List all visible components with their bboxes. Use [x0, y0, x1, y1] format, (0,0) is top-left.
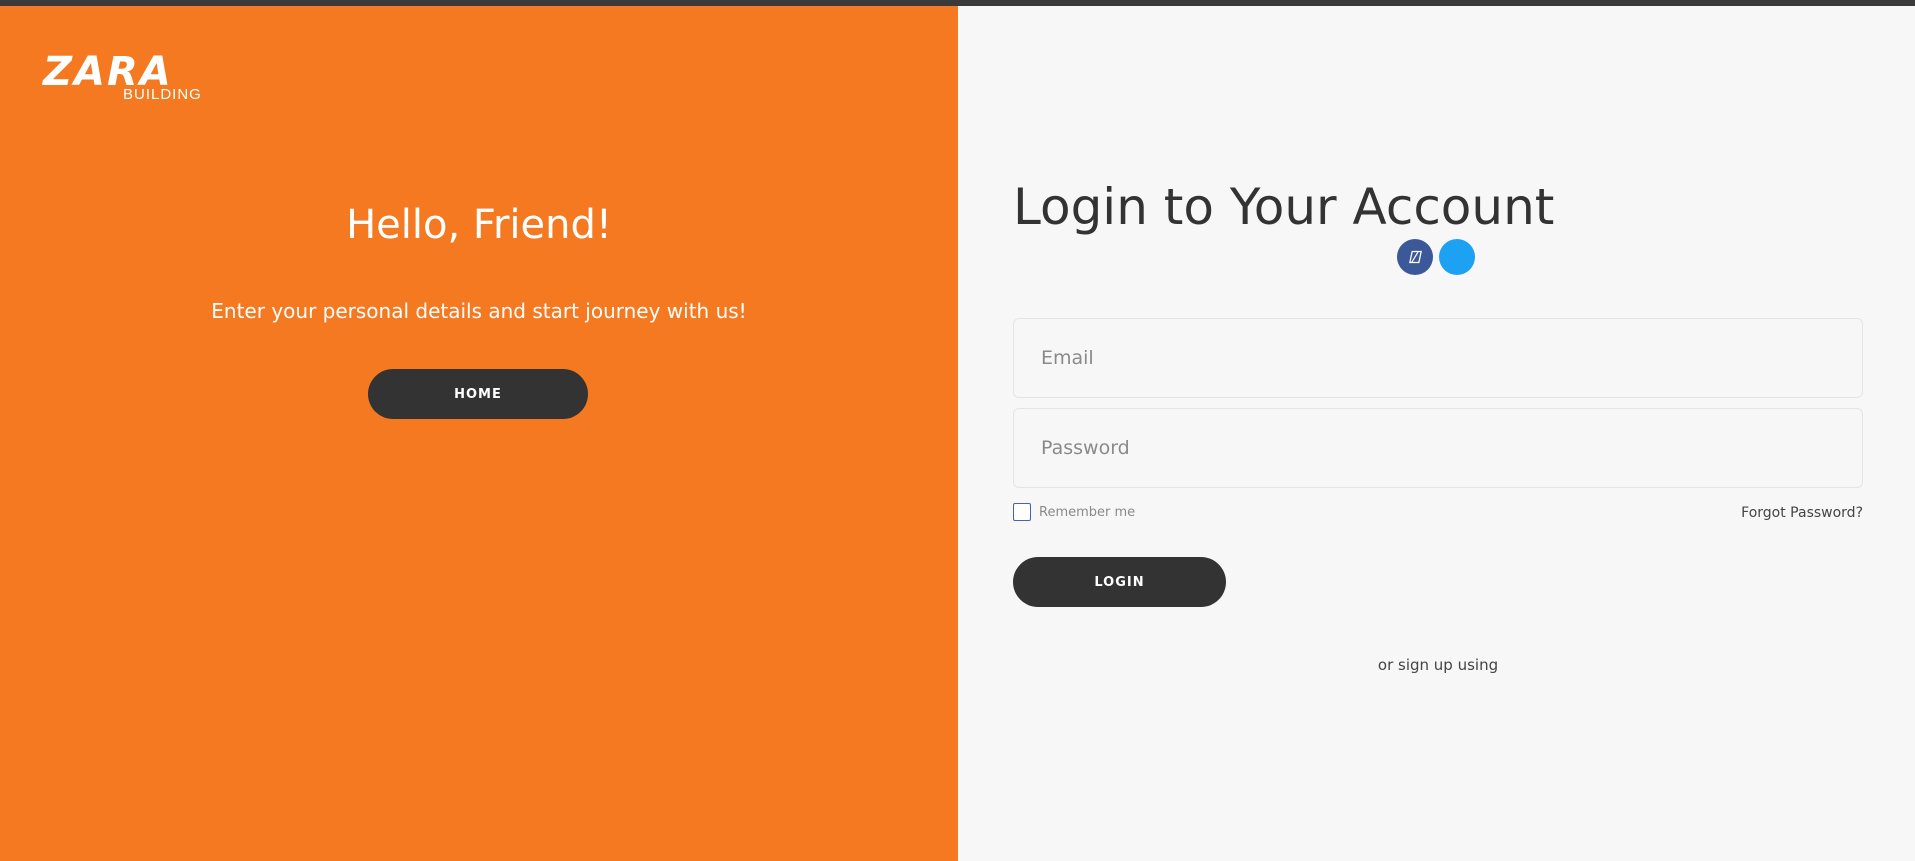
home-button[interactable]: HOME [368, 369, 588, 419]
login-button[interactable]: LOGIN [1013, 557, 1226, 607]
logo-sub-text: BUILDING [123, 86, 202, 103]
login-title: Login to Your Account [1013, 178, 1555, 236]
welcome-subtitle: Enter your personal details and start jo… [211, 299, 747, 323]
login-panel: Login to Your Account Remember me Forgot… [958, 6, 1915, 861]
remember-me-checkbox[interactable] [1013, 503, 1031, 521]
password-input[interactable] [1041, 437, 1862, 459]
facebook-login-button[interactable] [1397, 239, 1433, 275]
remember-me-label[interactable]: Remember me [1039, 505, 1135, 520]
forgot-password-link[interactable]: Forgot Password? [1741, 505, 1863, 521]
twitter-login-button[interactable] [1439, 239, 1475, 275]
welcome-panel: ZARA BUILDING Hello, Friend! Enter your … [0, 6, 958, 861]
email-field-wrapper [1013, 318, 1863, 398]
password-field-wrapper [1013, 408, 1863, 488]
social-login-buttons [1397, 239, 1475, 275]
zara-building-logo[interactable]: ZARA BUILDING [43, 52, 215, 104]
facebook-icon [1409, 250, 1422, 264]
remember-me: Remember me [1013, 503, 1135, 521]
welcome-heading: Hello, Friend! [346, 202, 612, 248]
email-input[interactable] [1041, 347, 1862, 369]
or-sign-up-text: or sign up using [1377, 656, 1499, 674]
